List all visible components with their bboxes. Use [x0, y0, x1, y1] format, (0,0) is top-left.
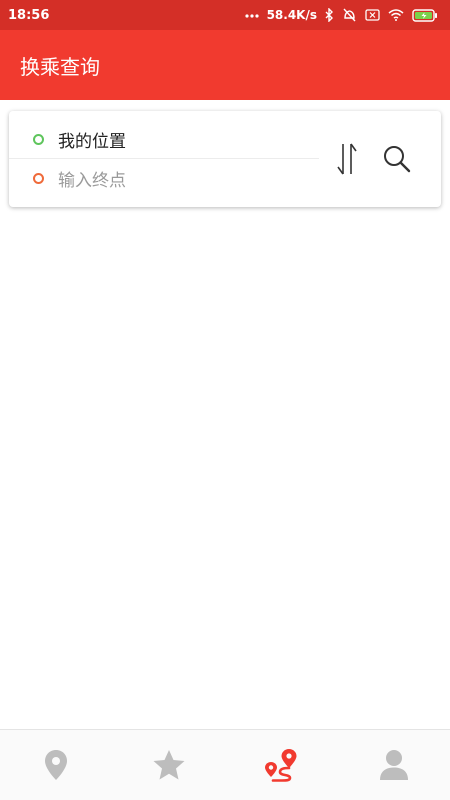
swap-button[interactable]: [331, 141, 363, 177]
route-icon: [265, 749, 297, 782]
nav-item-favorites[interactable]: [113, 730, 226, 800]
destination-placeholder: 输入终点: [58, 170, 126, 191]
route-card: 我的位置 输入终点: [9, 111, 441, 207]
status-icons: 58.4K/s: [244, 8, 438, 22]
destination-field[interactable]: 输入终点: [9, 159, 319, 197]
page-title: 换乘查询: [20, 54, 100, 79]
start-location-field[interactable]: 我的位置: [9, 121, 319, 159]
net-speed: 58.4K/s: [266, 8, 317, 22]
person-icon: [379, 750, 408, 780]
search-icon: [384, 146, 411, 173]
bluetooth-icon: [325, 8, 333, 22]
search-button[interactable]: [381, 143, 413, 175]
status-time: 18:56: [8, 7, 50, 23]
app-bar: 换乘查询: [0, 30, 450, 100]
status-bar: 18:56 58.4K/s: [0, 0, 450, 30]
dots-icon: [244, 14, 259, 18]
location-pin-icon: [45, 750, 68, 780]
nav-item-transfer[interactable]: [225, 730, 338, 800]
start-location-text: 我的位置: [58, 132, 126, 152]
bottom-nav: [0, 729, 450, 800]
swap-vertical-icon: [337, 143, 357, 175]
sim-icon: [365, 9, 380, 21]
start-dot-icon: [33, 134, 44, 145]
battery-charging-icon: [412, 8, 437, 22]
star-icon: [153, 750, 185, 780]
end-dot-icon: [33, 172, 44, 184]
nav-item-profile[interactable]: [338, 730, 450, 800]
nav-item-map[interactable]: [0, 730, 113, 800]
wifi-icon: [388, 9, 404, 21]
mute-icon: [343, 8, 356, 22]
